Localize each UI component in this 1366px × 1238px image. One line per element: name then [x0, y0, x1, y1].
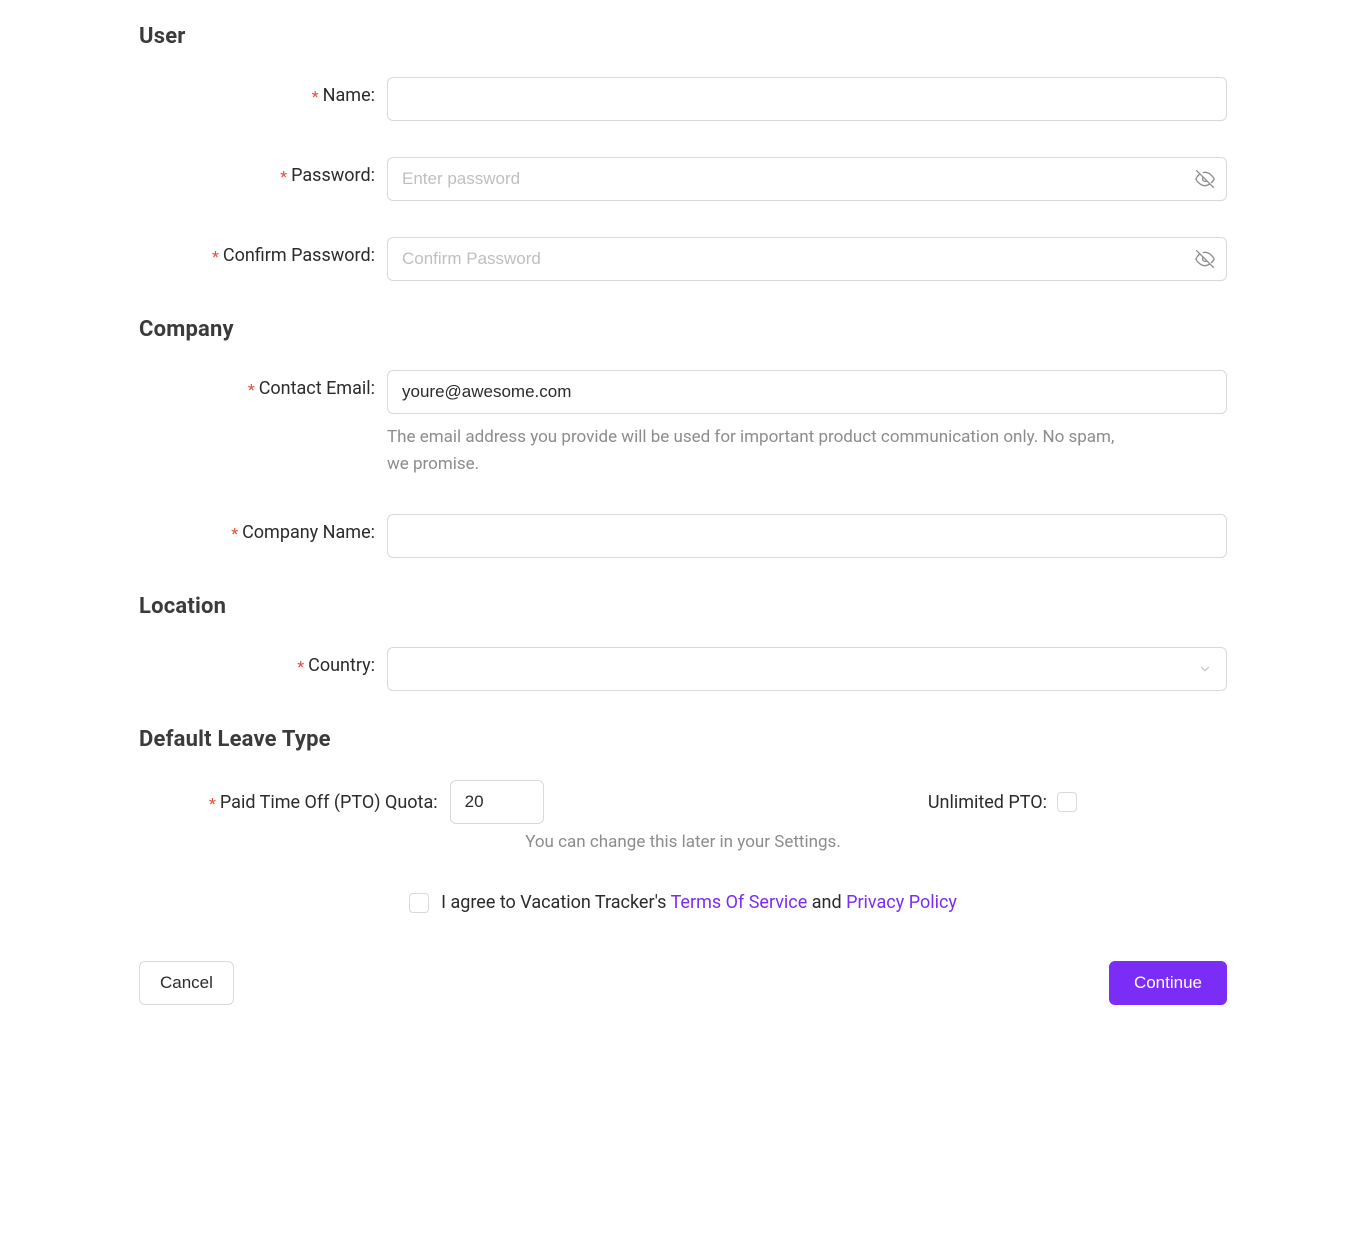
required-marker: * — [212, 247, 219, 266]
agree-prefix: I agree to Vacation Tracker's — [441, 892, 670, 913]
contact-email-help: The email address you provide will be us… — [387, 424, 1131, 478]
confirm-password-input[interactable] — [387, 237, 1227, 281]
name-input[interactable] — [387, 77, 1227, 121]
row-pto: *Paid Time Off (PTO) Quota: Unlimited PT… — [139, 780, 1227, 824]
colon: : — [371, 165, 375, 186]
agree-mid: and — [807, 892, 846, 913]
label-contact-email: *Contact Email: — [139, 370, 387, 399]
colon: : — [371, 655, 375, 676]
section-title-location: Location — [139, 594, 1227, 619]
label-company-name: *Company Name: — [139, 514, 387, 543]
label-name-text: Name — [323, 85, 371, 106]
eye-off-icon[interactable] — [1195, 249, 1215, 269]
required-marker: * — [248, 380, 255, 399]
label-country-text: Country — [308, 655, 371, 676]
required-marker: * — [231, 524, 238, 543]
required-marker: * — [297, 657, 304, 676]
country-select[interactable] — [387, 647, 1227, 691]
section-title-leave: Default Leave Type — [139, 727, 1227, 752]
pto-quota-input[interactable] — [450, 780, 544, 824]
colon: : — [371, 245, 375, 266]
row-contact-email: *Contact Email: The email address you pr… — [139, 370, 1227, 478]
row-confirm-password: *Confirm Password: — [139, 237, 1227, 281]
row-company-name: *Company Name: — [139, 514, 1227, 558]
label-pto-quota: *Paid Time Off (PTO) Quota: — [209, 792, 438, 813]
agree-checkbox[interactable] — [409, 893, 429, 913]
continue-button[interactable]: Continue — [1109, 961, 1227, 1005]
required-marker: * — [312, 87, 319, 106]
label-country: *Country: — [139, 647, 387, 676]
section-title-user: User — [139, 24, 1227, 49]
required-marker: * — [280, 167, 287, 186]
actions: Cancel Continue — [139, 961, 1227, 1005]
label-unlimited-pto: Unlimited PTO: — [928, 792, 1047, 813]
colon: : — [371, 522, 375, 543]
label-confirm-password-text: Confirm Password — [223, 245, 371, 266]
row-password: *Password: — [139, 157, 1227, 201]
colon: : — [371, 85, 375, 106]
privacy-link[interactable]: Privacy Policy — [846, 892, 957, 913]
row-country: *Country: — [139, 647, 1227, 691]
row-name: *Name: — [139, 77, 1227, 121]
label-password-text: Password — [291, 165, 371, 186]
label-confirm-password: *Confirm Password: — [139, 237, 387, 266]
password-input[interactable] — [387, 157, 1227, 201]
colon: : — [1043, 792, 1047, 813]
terms-link[interactable]: Terms Of Service — [671, 892, 808, 913]
agree-text: I agree to Vacation Tracker's Terms Of S… — [441, 892, 957, 913]
colon: : — [433, 792, 437, 813]
company-name-input[interactable] — [387, 514, 1227, 558]
pto-help: You can change this later in your Settin… — [139, 832, 1227, 852]
required-marker: * — [209, 794, 216, 813]
row-agree: I agree to Vacation Tracker's Terms Of S… — [139, 892, 1227, 913]
colon: : — [371, 378, 375, 399]
label-unlimited-pto-text: Unlimited PTO — [928, 792, 1043, 813]
section-title-company: Company — [139, 317, 1227, 342]
label-name: *Name: — [139, 77, 387, 106]
chevron-down-icon — [1198, 662, 1212, 676]
label-pto-quota-text: Paid Time Off (PTO) Quota — [220, 792, 433, 813]
cancel-button[interactable]: Cancel — [139, 961, 234, 1005]
signup-form: User *Name: *Password: — [99, 0, 1267, 1045]
label-company-name-text: Company Name — [242, 522, 371, 543]
unlimited-pto-checkbox[interactable] — [1057, 792, 1077, 812]
label-contact-email-text: Contact Email — [259, 378, 371, 399]
label-password: *Password: — [139, 157, 387, 186]
eye-off-icon[interactable] — [1195, 169, 1215, 189]
contact-email-input[interactable] — [387, 370, 1227, 414]
